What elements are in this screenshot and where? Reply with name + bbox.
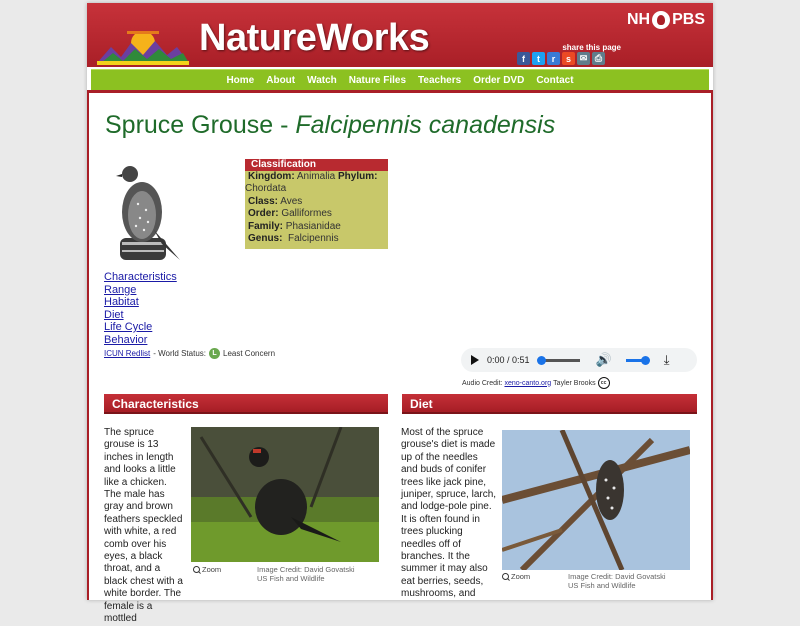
link-habitat[interactable]: Habitat: [104, 296, 177, 309]
genus-row: Genus: Falcipennis: [245, 233, 388, 245]
nh-logo-text: NH: [626, 11, 651, 28]
reddit-icon[interactable]: r: [547, 52, 560, 65]
nav-teachers[interactable]: Teachers: [412, 75, 467, 86]
audio-time: 0:00 / 0:51: [487, 355, 530, 365]
kingdom-value: Animalia: [294, 171, 339, 182]
site-brand[interactable]: NatureWorks: [199, 17, 430, 60]
phylum-label: Phylum:: [338, 171, 378, 182]
facebook-icon[interactable]: f: [517, 52, 530, 65]
audio-credit: Audio Credit: xeno-canto.org Tayler Broo…: [462, 377, 610, 389]
genus-label: Genus:: [248, 233, 283, 245]
zoom-icon: [193, 566, 200, 573]
iucn-status-value: Least Concern: [223, 349, 276, 358]
order-value: Galliformes: [278, 208, 332, 220]
site-header: NatureWorks NH PBS share this page f t r…: [87, 3, 713, 67]
zoom-label: Zoom: [202, 565, 222, 574]
print-icon[interactable]: ⎙: [592, 52, 605, 65]
link-diet[interactable]: Diet: [104, 309, 177, 322]
link-range[interactable]: Range: [104, 284, 177, 297]
image-credit-line2: US Fish and Wildlife: [257, 574, 325, 583]
pbs-head-icon: [652, 11, 671, 29]
section-links: Characteristics Range Habitat Diet Life …: [104, 271, 177, 346]
diet-zoom[interactable]: Zoom: [502, 572, 530, 581]
nav-about[interactable]: About: [260, 75, 301, 86]
diet-heading: Diet: [402, 394, 697, 414]
title-latin-name: Falcipennis canadensis: [295, 111, 556, 139]
creative-commons-icon: cc: [597, 377, 610, 389]
volume-icon[interactable]: 🔊: [596, 352, 612, 368]
classification-heading: Classification: [245, 159, 388, 171]
pbs-logo-text: PBS: [672, 11, 705, 28]
characteristics-heading: Characteristics: [104, 394, 388, 414]
zoom-label: Zoom: [511, 572, 531, 581]
nav-home[interactable]: Home: [220, 75, 260, 86]
title-common-name: Spruce Grouse -: [105, 111, 296, 139]
right-border: [711, 90, 713, 600]
phylum-value: Chordata: [245, 183, 287, 195]
header-divider: [87, 90, 713, 93]
iucn-status-text: - World Status:: [153, 349, 206, 358]
volume-slider[interactable]: [625, 355, 650, 365]
link-characteristics[interactable]: Characteristics: [104, 271, 177, 284]
link-life-cycle[interactable]: Life Cycle: [104, 321, 177, 334]
family-value: Phasianidae: [283, 220, 341, 232]
xeno-canto-link[interactable]: xeno-canto.org: [504, 380, 551, 387]
download-icon[interactable]: ⤓: [664, 352, 670, 368]
share-icons: f t r s ✉ ⎙: [517, 52, 605, 65]
page: NatureWorks NH PBS share this page f t r…: [87, 3, 713, 624]
family-row: Family: Phasianidae: [245, 221, 388, 233]
characteristics-zoom[interactable]: Zoom: [193, 565, 221, 574]
class-label: Class:: [248, 195, 279, 207]
classification-box: Classification Kingdom: Animalia Phylum:…: [245, 159, 388, 249]
class-row: Class: Aves: [245, 196, 388, 208]
zoom-icon: [502, 573, 509, 580]
diet-photo[interactable]: [502, 430, 690, 570]
nav-watch[interactable]: Watch: [301, 75, 343, 86]
nav-nature-files[interactable]: Nature Files: [343, 75, 412, 86]
image-credit-line1: Image Credit: David Govatski: [257, 565, 355, 574]
kingdom-phylum-row: Kingdom: Animalia Phylum:: [245, 171, 388, 183]
genus-value: Falcipennis: [282, 233, 339, 245]
iucn-redlist-link[interactable]: ICUN Redlist: [104, 349, 150, 358]
nhpbs-logo[interactable]: NH PBS: [627, 11, 705, 29]
nav-order-dvd[interactable]: Order DVD: [467, 75, 530, 86]
nav-contact[interactable]: Contact: [530, 75, 579, 86]
page-title: Spruce Grouse - Falcipennis canadensis: [105, 111, 555, 140]
audio-progress-slider[interactable]: [536, 355, 580, 365]
play-icon[interactable]: [471, 355, 479, 365]
least-concern-badge-icon: L: [209, 348, 220, 359]
image-credit-line2: US Fish and Wildlife: [568, 581, 636, 590]
order-row: Order: Galliformes: [245, 208, 388, 220]
link-behavior[interactable]: Behavior: [104, 334, 177, 347]
characteristics-image-credit: Image Credit: David Govatski US Fish and…: [257, 565, 355, 583]
email-icon[interactable]: ✉: [577, 52, 590, 65]
image-credit-line1: Image Credit: David Govatski: [568, 572, 666, 581]
iucn-status: ICUN Redlist - World Status: L Least Con…: [104, 348, 275, 359]
audio-credit-prefix: Audio Credit:: [462, 379, 503, 387]
characteristics-photo[interactable]: [191, 427, 379, 562]
family-label: Family:: [248, 220, 284, 232]
mountain-sun-logo-icon[interactable]: [97, 25, 189, 65]
class-value: Aves: [278, 195, 303, 207]
audio-credit-name: Tayler Brooks: [553, 379, 596, 387]
characteristics-text: The spruce grouse is 13 inches in length…: [104, 427, 183, 625]
left-border: [87, 90, 89, 600]
diet-text: Most of the spruce grouse's diet is made…: [401, 427, 497, 600]
audio-player: 0:00 / 0:51 🔊 ⤓: [461, 348, 697, 372]
stumbleupon-icon[interactable]: s: [562, 52, 575, 65]
kingdom-label: Kingdom:: [248, 171, 295, 182]
grouse-illustration: [116, 166, 180, 260]
diet-image-credit: Image Credit: David Govatski US Fish and…: [568, 572, 666, 590]
share-label: share this page: [562, 43, 621, 52]
phylum-row: Chordata: [245, 183, 388, 195]
order-label: Order:: [248, 208, 279, 220]
main-nav: Home About Watch Nature Files Teachers O…: [91, 69, 709, 90]
twitter-icon[interactable]: t: [532, 52, 545, 65]
